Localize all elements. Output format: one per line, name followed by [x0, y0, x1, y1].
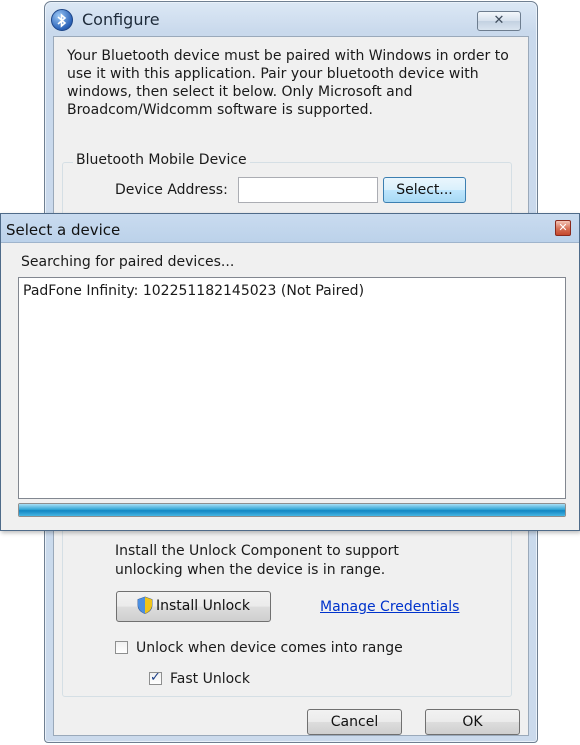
device-address-input[interactable] [238, 177, 378, 203]
select-device-title-bar[interactable]: Select a device ✕ [1, 214, 579, 243]
list-item[interactable]: PadFone Infinity: 102251182145023 (Not P… [23, 283, 364, 299]
install-unlock-button[interactable]: Install Unlock [116, 591, 271, 622]
groupbox-title: Bluetooth Mobile Device [73, 152, 250, 168]
unlock-range-label: Unlock when device comes into range [136, 640, 403, 656]
select-device-title: Select a device [6, 221, 121, 239]
unlock-range-option[interactable]: Unlock when device comes into range [115, 640, 403, 656]
install-description: Install the Unlock Component to support … [115, 543, 399, 578]
fast-unlock-label: Fast Unlock [170, 671, 250, 687]
uac-shield-icon [137, 596, 153, 614]
progress-fill [19, 504, 565, 516]
search-status-text: Searching for paired devices... [21, 254, 235, 270]
cancel-button[interactable]: Cancel [307, 709, 402, 735]
intro-text: Your Bluetooth device must be paired wit… [67, 48, 509, 118]
manage-credentials-link[interactable]: Manage Credentials [320, 599, 459, 615]
install-unlock-label: Install Unlock [156, 598, 250, 614]
ok-button[interactable]: OK [425, 709, 520, 735]
select-button[interactable]: Select... [383, 177, 466, 203]
select-device-dialog: Select a device ✕ Searching for paired d… [0, 213, 580, 531]
configure-close-button[interactable]: ✕ [477, 11, 521, 31]
select-device-close-button[interactable]: ✕ [555, 220, 571, 236]
configure-title: Configure [82, 10, 160, 29]
configure-title-bar[interactable]: Configure ✕ [51, 7, 531, 35]
unlock-range-checkbox[interactable] [115, 641, 128, 654]
fast-unlock-checkbox[interactable] [149, 670, 162, 685]
device-address-label: Device Address: [115, 182, 228, 198]
search-progress-bar [18, 503, 566, 517]
bluetooth-icon [51, 9, 73, 31]
fast-unlock-option[interactable]: Fast Unlock [149, 670, 250, 687]
device-list[interactable]: PadFone Infinity: 102251182145023 (Not P… [18, 277, 566, 499]
